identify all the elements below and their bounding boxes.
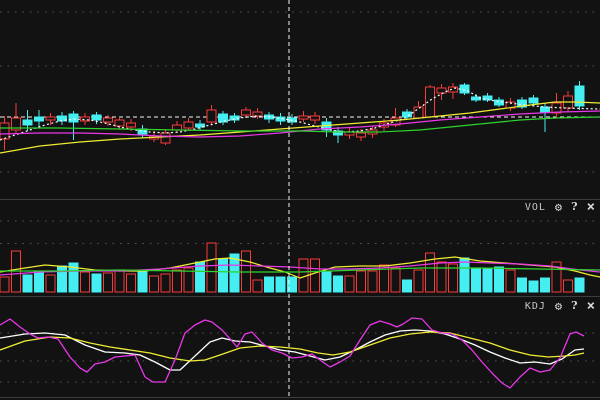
help-icon[interactable]: ? [571, 300, 577, 312]
price-pane[interactable] [0, 0, 600, 199]
vol-pane-header: VOL ⚙ ? × [525, 200, 595, 214]
vol-indicator-label[interactable]: VOL [525, 202, 546, 213]
chart-canvas[interactable] [0, 0, 600, 400]
volume-pane[interactable] [0, 214, 600, 293]
help-icon[interactable]: ? [571, 201, 577, 213]
kdj-pane[interactable] [0, 315, 600, 397]
gear-icon[interactable]: ⚙ [555, 300, 562, 312]
kdj-pane-header: KDJ ⚙ ? × [525, 299, 595, 313]
kdj-indicator-label[interactable]: KDJ [525, 301, 546, 312]
gear-icon[interactable]: ⚙ [555, 201, 562, 213]
close-icon[interactable]: × [587, 201, 595, 213]
stock-chart-app: VOL ⚙ ? × KDJ ⚙ ? × [0, 0, 600, 400]
close-icon[interactable]: × [587, 300, 595, 312]
